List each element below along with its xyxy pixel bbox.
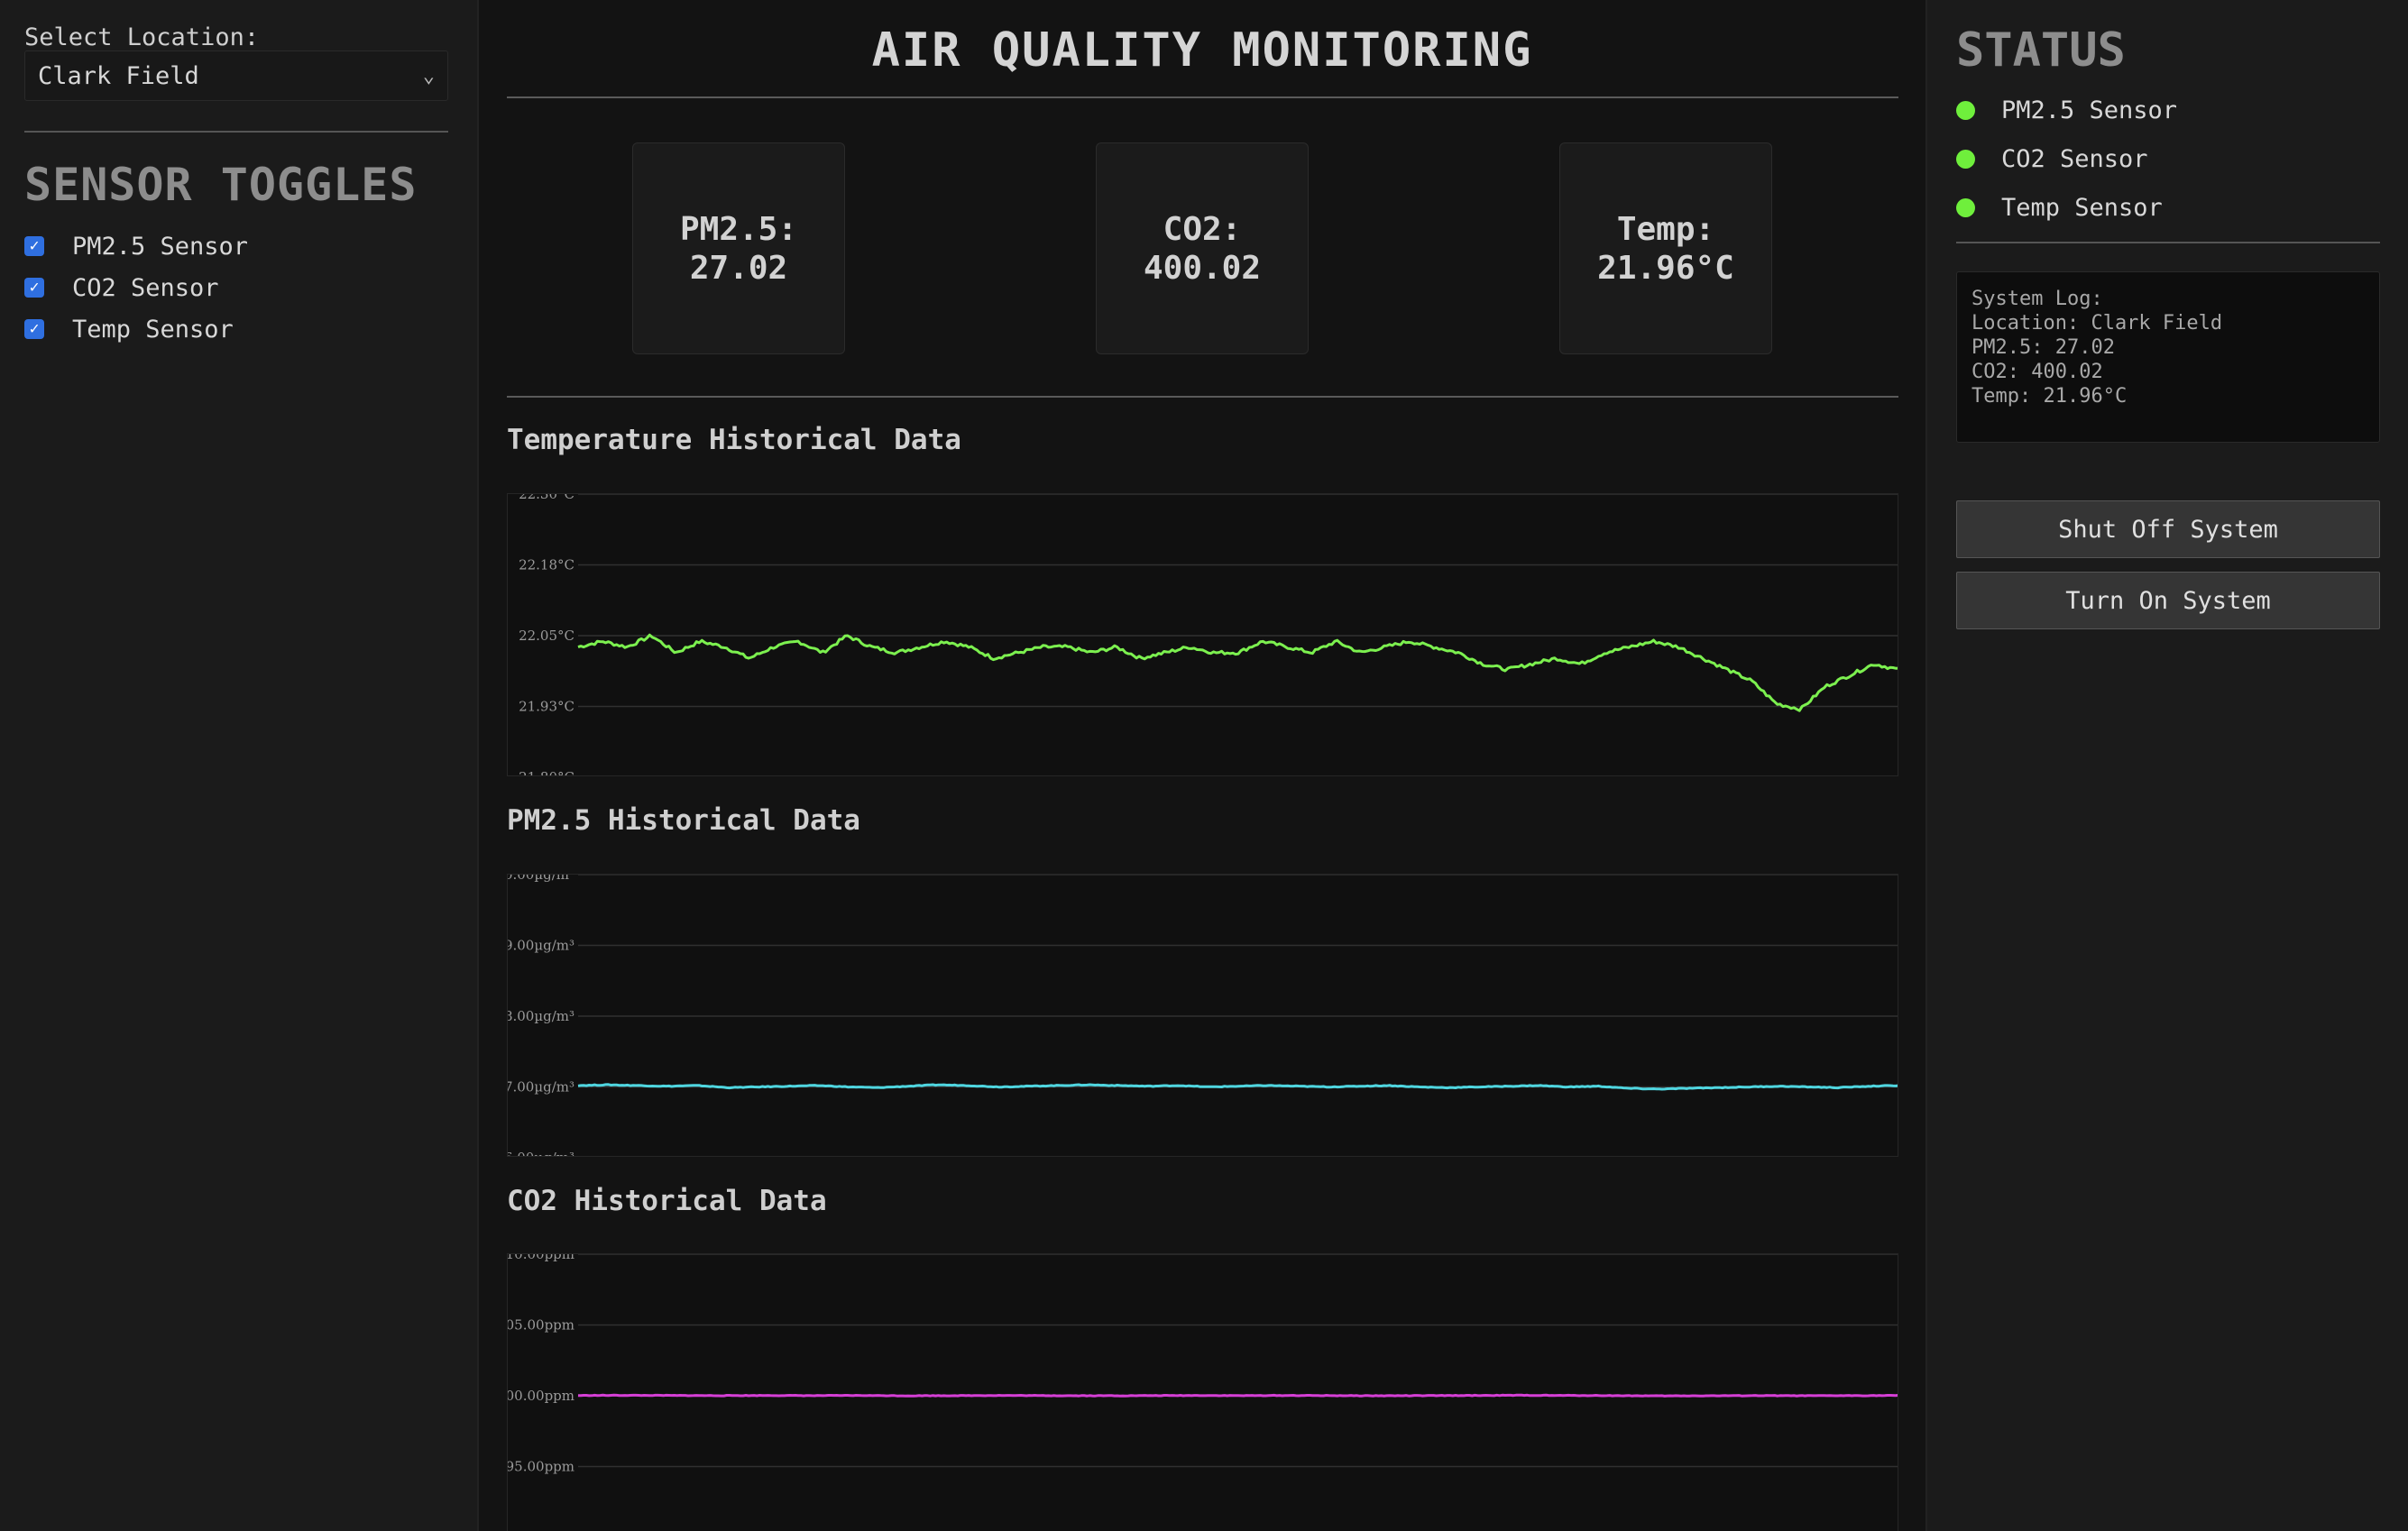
status-co2: CO2 Sensor bbox=[1956, 144, 2148, 173]
temp-card-value: 21.96°C bbox=[1597, 249, 1734, 287]
pm25-chart-svg: 30.00µg/m³ 29.00µg/m³ 28.00µg/m³ 27.00µg/m³… bbox=[508, 875, 1898, 1157]
y-tick-label: 22.30°C bbox=[519, 494, 574, 502]
system-log: System Log: Location: Clark Field PM2.5:… bbox=[1956, 271, 2380, 443]
pm25-checkbox[interactable]: ✓ bbox=[24, 236, 44, 256]
cards-divider bbox=[507, 396, 1898, 398]
log-line: Location: Clark Field bbox=[1971, 312, 2223, 335]
co2-card: CO2: 400.02 bbox=[1096, 142, 1309, 354]
sensor-toggles-title: SENSOR TOGGLES bbox=[24, 159, 418, 211]
status-dot-icon bbox=[1956, 149, 1975, 169]
status-label: Temp Sensor bbox=[2001, 193, 2163, 222]
location-select-value: Clark Field bbox=[38, 61, 199, 90]
temp-checkbox[interactable]: ✓ bbox=[24, 319, 44, 339]
log-line: System Log: bbox=[1971, 288, 2103, 310]
y-tick-label: 22.18°C bbox=[519, 557, 574, 573]
status-dot-icon bbox=[1956, 197, 1975, 217]
y-tick-label: 21.80°C bbox=[519, 769, 574, 776]
app-window: Select Location: Clark Field ⌄ SENSOR TO… bbox=[0, 0, 2408, 1531]
status-panel: STATUS PM2.5 Sensor CO2 Sensor Temp Sens… bbox=[1925, 0, 2408, 1531]
y-tick-label: 26.00µg/m³ bbox=[508, 1150, 574, 1157]
pm25-card: PM2.5: 27.02 bbox=[632, 142, 845, 354]
status-label: CO2 Sensor bbox=[2001, 144, 2148, 173]
status-label: PM2.5 Sensor bbox=[2001, 96, 2178, 124]
shut-off-system-button[interactable]: Shut Off System bbox=[1956, 500, 2380, 558]
temperature-chart-title: Temperature Historical Data bbox=[507, 424, 961, 456]
status-pm25: PM2.5 Sensor bbox=[1956, 96, 2177, 124]
y-tick-label: 21.93°C bbox=[519, 699, 574, 715]
temp-card-label: Temp: bbox=[1616, 210, 1715, 248]
y-tick-label: 22.05°C bbox=[519, 628, 574, 644]
series-line bbox=[577, 1393, 1898, 1398]
status-temp: Temp Sensor bbox=[1956, 193, 2163, 222]
pm25-card-label: PM2.5: bbox=[679, 210, 798, 248]
co2-chart-svg: 410.00ppm 405.00ppm 400.00ppm 395.00ppm bbox=[508, 1254, 1898, 1475]
temp-card: Temp: 21.96°C bbox=[1559, 142, 1772, 354]
pm25-chart-title: PM2.5 Historical Data bbox=[507, 804, 860, 837]
y-tick-label: 405.00ppm bbox=[508, 1317, 574, 1334]
toggle-temp-sensor[interactable]: ✓ Temp Sensor bbox=[24, 315, 234, 344]
status-divider bbox=[1956, 242, 2380, 243]
y-tick-label: 29.00µg/m³ bbox=[508, 938, 574, 954]
log-line: PM2.5: 27.02 bbox=[1971, 336, 2115, 359]
toggle-label: CO2 Sensor bbox=[72, 273, 219, 302]
series-line bbox=[577, 1083, 1898, 1091]
y-tick-label: 410.00ppm bbox=[508, 1254, 574, 1262]
status-title: STATUS bbox=[1956, 23, 2126, 78]
log-line: CO2: 400.02 bbox=[1971, 361, 2103, 383]
log-line: Temp: 21.96°C bbox=[1971, 385, 2128, 408]
toggle-label: Temp Sensor bbox=[72, 315, 234, 344]
y-tick-label: 30.00µg/m³ bbox=[508, 875, 574, 883]
sidebar-divider bbox=[24, 131, 448, 133]
page-title: AIR QUALITY MONITORING bbox=[871, 23, 1533, 78]
turn-on-system-button[interactable]: Turn On System bbox=[1956, 572, 2380, 629]
toggle-pm25-sensor[interactable]: ✓ PM2.5 Sensor bbox=[24, 232, 248, 261]
main-content: AIR QUALITY MONITORING PM2.5: 27.02 CO2:… bbox=[481, 0, 1924, 1531]
status-dot-icon bbox=[1956, 100, 1975, 120]
title-divider bbox=[507, 96, 1898, 98]
y-tick-label: 27.00µg/m³ bbox=[508, 1079, 574, 1096]
co2-card-value: 400.02 bbox=[1143, 249, 1262, 287]
toggle-co2-sensor[interactable]: ✓ CO2 Sensor bbox=[24, 273, 219, 302]
y-tick-label: 395.00ppm bbox=[508, 1459, 574, 1475]
temperature-chart-svg: 22.30°C 22.18°C 22.05°C 21.93°C 21.80°C bbox=[519, 494, 1898, 776]
series-line bbox=[577, 633, 1898, 712]
chevron-down-icon: ⌄ bbox=[422, 64, 435, 87]
sidebar: Select Location: Clark Field ⌄ SENSOR TO… bbox=[0, 0, 479, 1531]
toggle-label: PM2.5 Sensor bbox=[72, 232, 249, 261]
location-select[interactable]: Clark Field ⌄ bbox=[24, 50, 448, 101]
y-tick-label: 28.00µg/m³ bbox=[508, 1008, 574, 1024]
location-label: Select Location: bbox=[24, 23, 260, 51]
co2-card-label: CO2: bbox=[1163, 210, 1242, 248]
pm25-chart: 30.00µg/m³ 29.00µg/m³ 28.00µg/m³ 27.00µg/m³… bbox=[507, 874, 1898, 1157]
temperature-chart: 22.30°C 22.18°C 22.05°C 21.93°C 21.80°C bbox=[507, 493, 1898, 776]
co2-chart-title: CO2 Historical Data bbox=[507, 1185, 827, 1217]
y-tick-label: 400.00ppm bbox=[508, 1388, 574, 1404]
co2-chart: 410.00ppm 405.00ppm 400.00ppm 395.00ppm bbox=[507, 1253, 1898, 1531]
pm25-card-value: 27.02 bbox=[689, 249, 788, 287]
co2-checkbox[interactable]: ✓ bbox=[24, 278, 44, 298]
